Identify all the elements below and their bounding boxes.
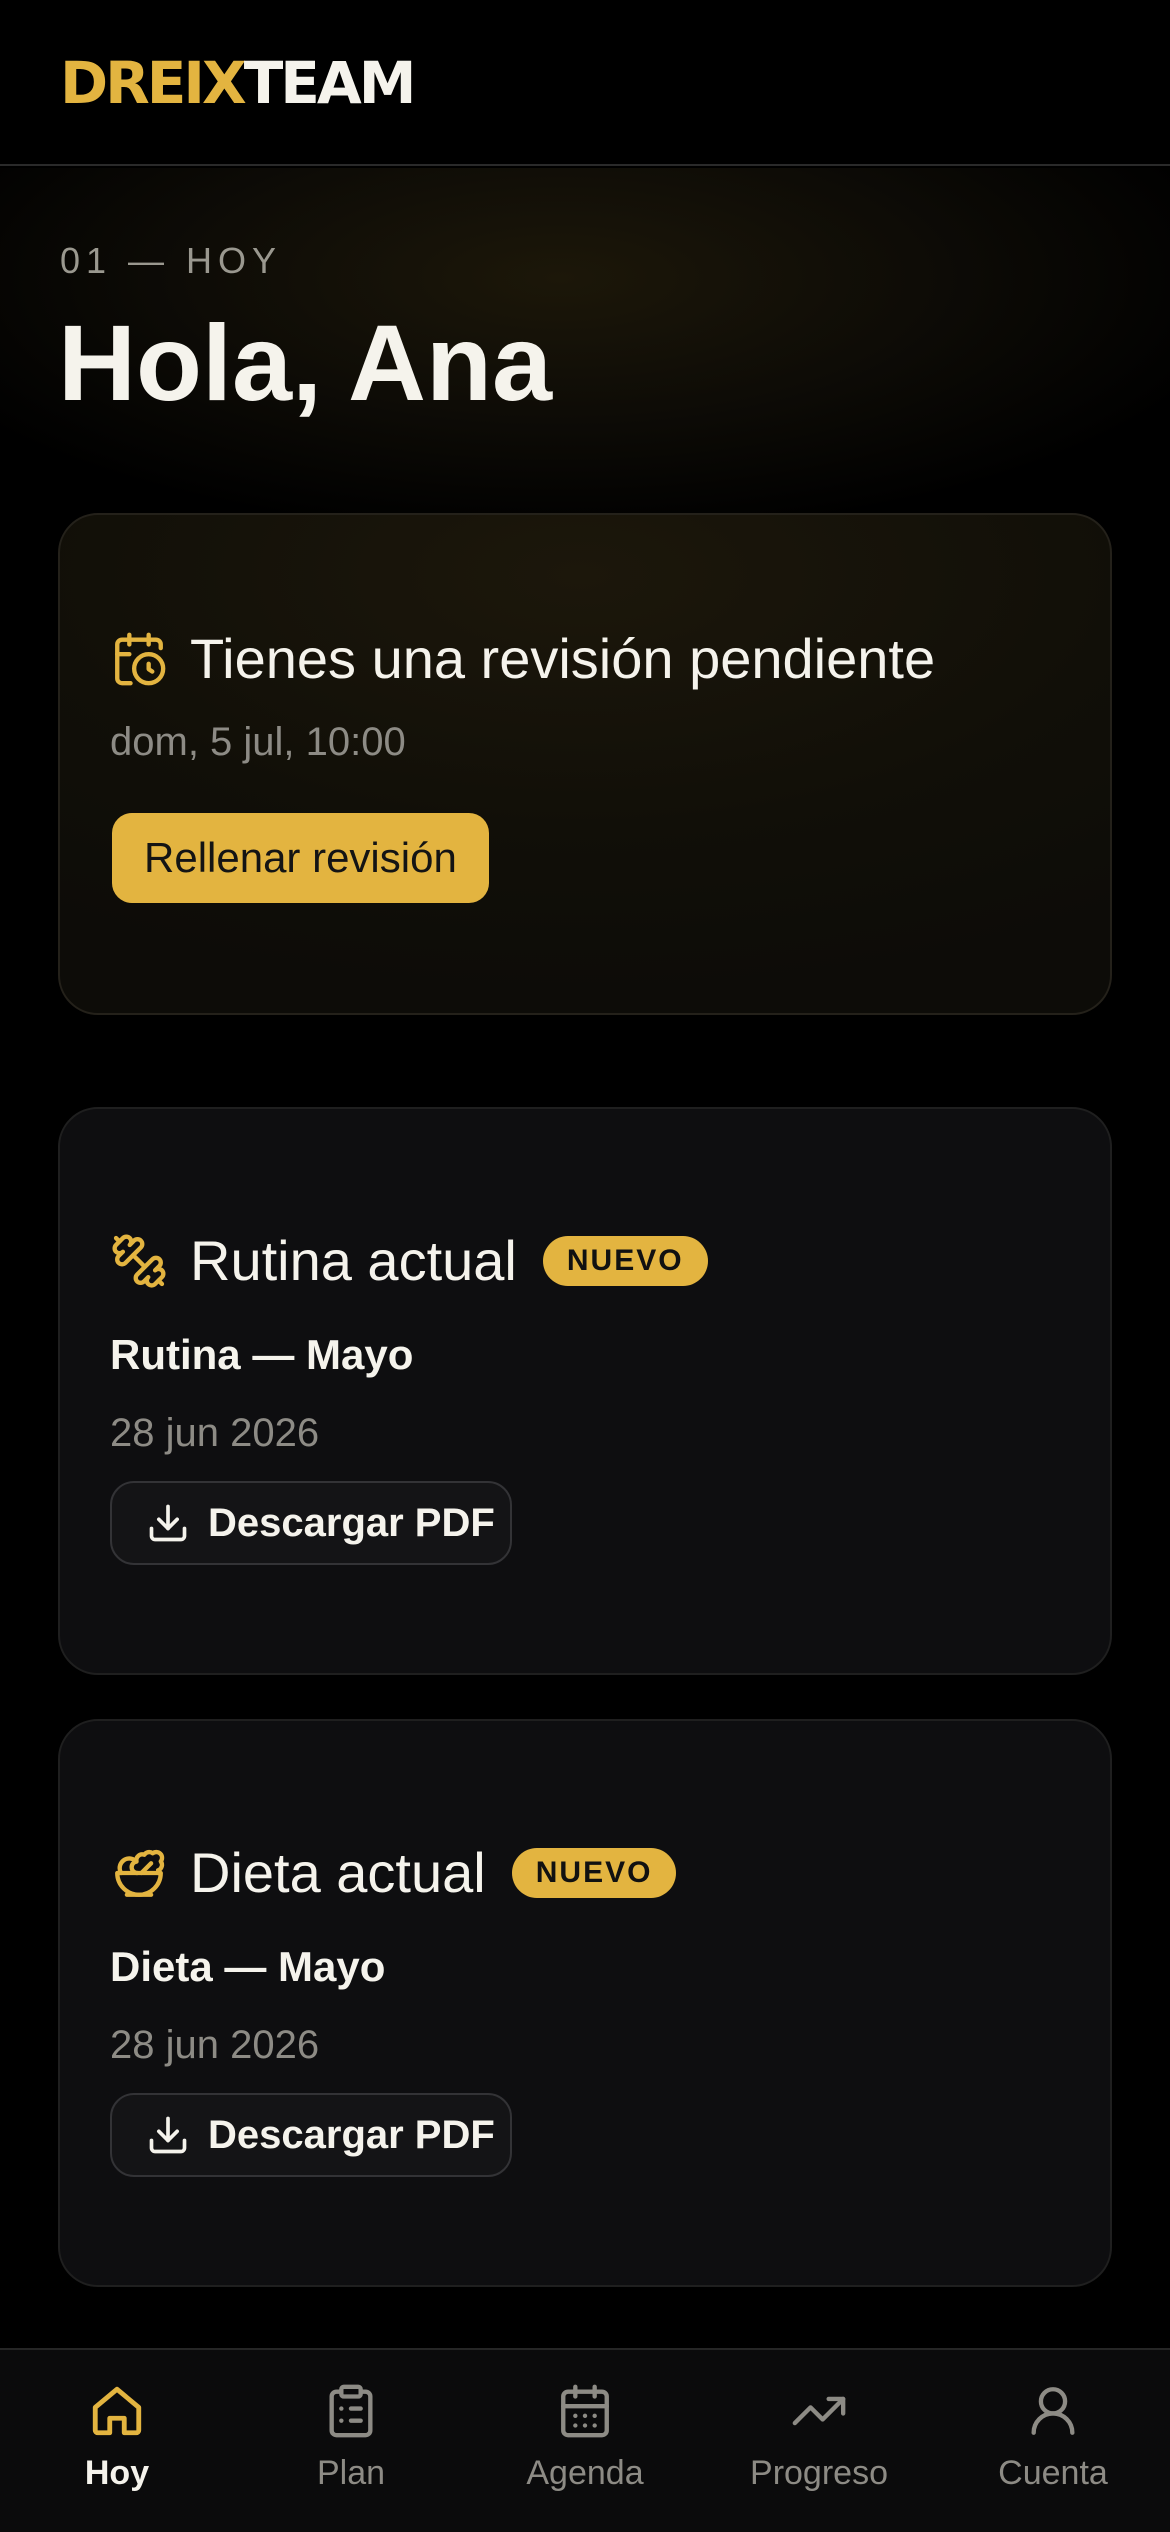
routine-title: Rutina actual — [190, 1229, 517, 1292]
nav-item-agenda[interactable]: Agenda — [468, 2350, 702, 2532]
brand-logo[interactable]: DREIXTEAM — [60, 49, 417, 117]
review-title-row: Tienes una revisión pendiente — [110, 627, 935, 691]
nav-item-plan[interactable]: Plan — [234, 2350, 468, 2532]
nav-label-progreso: Progreso — [750, 2454, 888, 2492]
user-icon — [1024, 2350, 1082, 2440]
download-label: Descargar PDF — [208, 1500, 495, 1545]
calendar-clock-icon — [110, 630, 168, 688]
trending-up-icon — [790, 2350, 848, 2440]
salad-bowl-icon — [110, 1844, 168, 1902]
calendar-icon — [556, 2350, 614, 2440]
nav-item-cuenta[interactable]: Cuenta — [936, 2350, 1170, 2532]
page-title: Hola, Ana — [58, 302, 553, 423]
download-label: Descargar PDF — [208, 2112, 495, 2157]
review-title: Tienes una revisión pendiente — [190, 627, 936, 690]
routine-title-row: Rutina actual NUEVO — [110, 1229, 708, 1293]
clipboard-icon — [322, 2350, 380, 2440]
diet-plan-name: Dieta — Mayo — [110, 1943, 386, 1990]
fill-review-button[interactable]: Rellenar revisión — [112, 813, 489, 903]
logo-part-team: TEAM — [243, 49, 417, 117]
bottom-nav: Hoy Plan Agenda Progreso Cuenta — [0, 2348, 1170, 2532]
current-diet-card: Dieta actual NUEVO Dieta — Mayo 28 jun 2… — [58, 1719, 1112, 2287]
routine-plan-name: Rutina — Mayo — [110, 1331, 414, 1378]
diet-title-row: Dieta actual NUEVO — [110, 1841, 677, 1905]
app-screen: DREIXTEAM 01 — HOY Hola, Ana Tienes una … — [0, 0, 1170, 2532]
download-diet-pdf-button[interactable]: Descargar PDF — [110, 2093, 512, 2177]
new-badge: NUEVO — [511, 1848, 677, 1898]
download-icon — [146, 2113, 190, 2157]
home-icon — [88, 2350, 146, 2440]
nav-label-hoy: Hoy — [84, 2454, 150, 2492]
download-routine-pdf-button[interactable]: Descargar PDF — [110, 1481, 512, 1565]
top-header: DREIXTEAM — [0, 0, 1170, 166]
new-badge: NUEVO — [542, 1236, 708, 1286]
dumbbell-icon — [110, 1232, 168, 1290]
hero-section: 01 — HOY Hola, Ana — [0, 168, 1170, 528]
diet-title: Dieta actual — [190, 1841, 486, 1904]
section-eyebrow: 01 — HOY — [60, 240, 283, 281]
nav-label-plan: Plan — [316, 2454, 386, 2492]
routine-date: 28 jun 2026 — [110, 1411, 320, 1455]
nav-label-agenda: Agenda — [526, 2454, 644, 2492]
review-date: dom, 5 jul, 10:00 — [110, 720, 406, 764]
nav-item-hoy[interactable]: Hoy — [0, 2350, 234, 2532]
nav-item-progreso[interactable]: Progreso — [702, 2350, 936, 2532]
download-icon — [146, 1501, 190, 1545]
diet-date: 28 jun 2026 — [110, 2023, 320, 2067]
logo-part-dreix: DREIX — [60, 49, 247, 117]
pending-review-card: Tienes una revisión pendiente dom, 5 jul… — [58, 513, 1112, 1015]
current-routine-card: Rutina actual NUEVO Rutina — Mayo 28 jun… — [58, 1107, 1112, 1675]
nav-label-cuenta: Cuenta — [998, 2454, 1108, 2492]
